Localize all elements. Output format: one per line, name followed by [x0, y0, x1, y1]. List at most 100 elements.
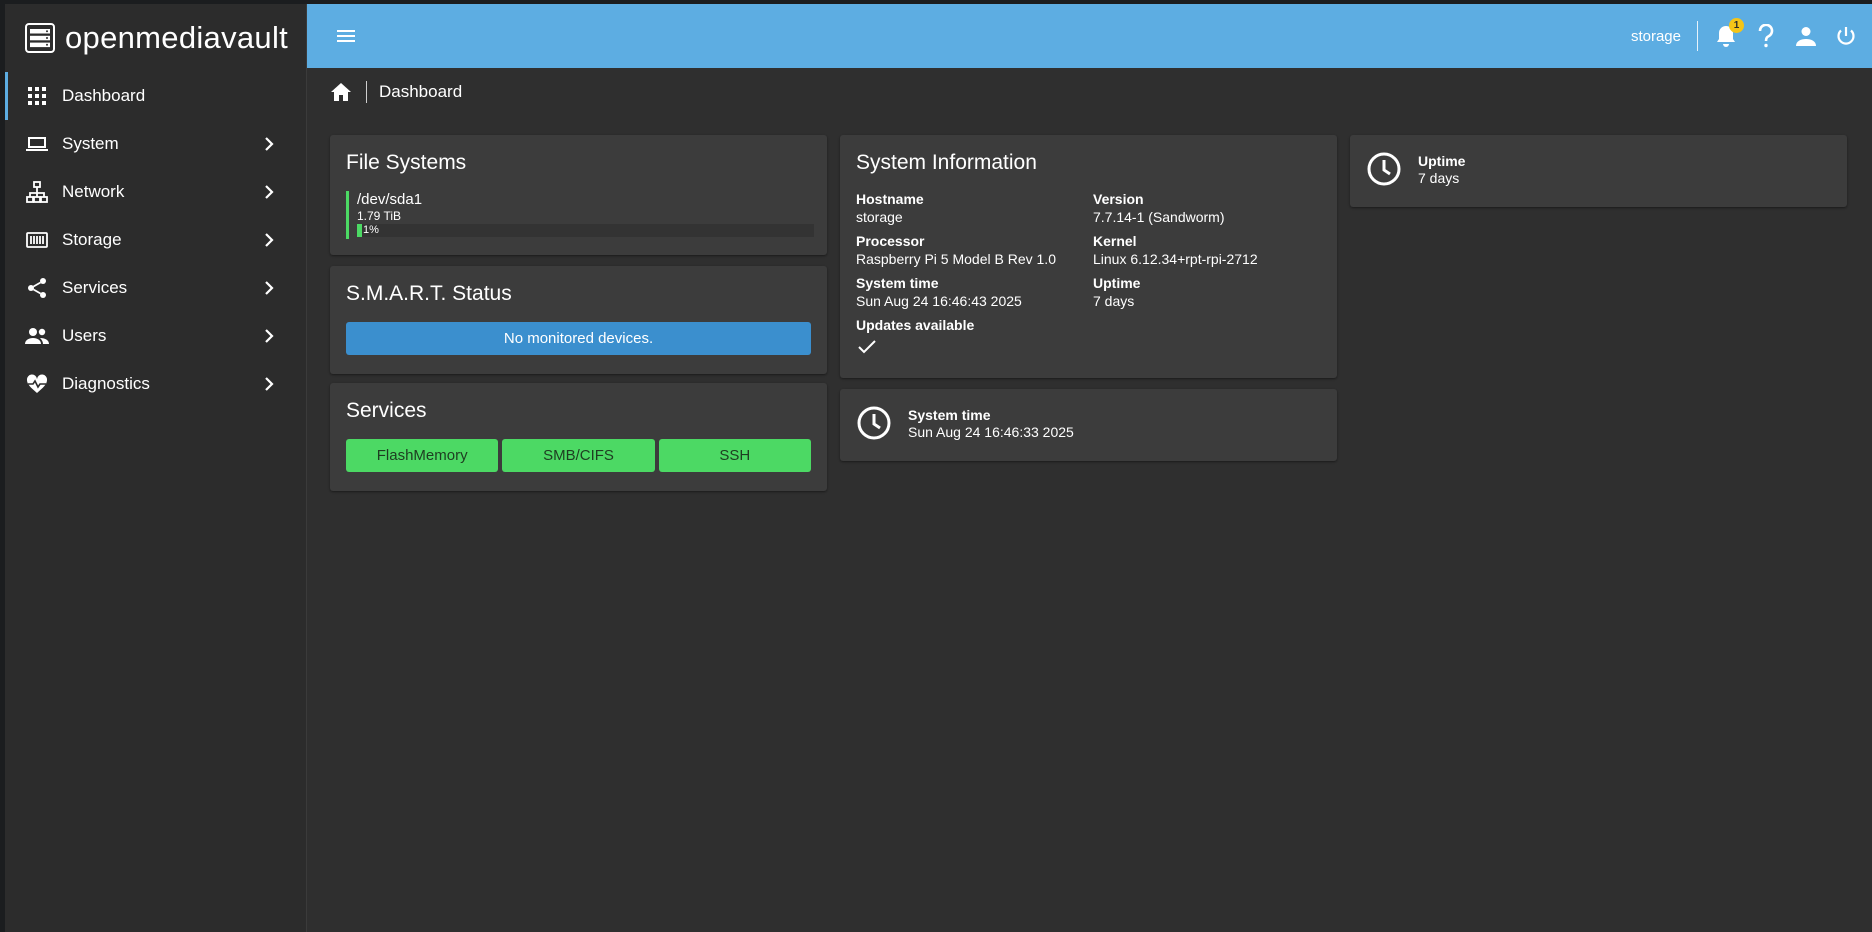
widget-value: 7 days: [1418, 170, 1460, 186]
chevron-right-icon: [265, 377, 274, 391]
sidebar: openmediavault Dashboard System Network …: [5, 4, 307, 932]
info-version: Version 7.7.14-1 (Sandworm): [1093, 191, 1329, 226]
breadcrumb: Dashboard: [330, 78, 462, 106]
service-flashmemory[interactable]: FlashMemory: [346, 439, 499, 472]
check-icon: [858, 340, 876, 354]
services-card: Services FlashMemory SMB/CIFS SSH: [330, 383, 827, 491]
user-menu-button[interactable]: [1786, 16, 1826, 56]
storage-icon: [25, 228, 49, 252]
info-label: Processor: [856, 233, 925, 249]
app-window: openmediavault Dashboard System Network …: [5, 4, 1872, 932]
brand-logo[interactable]: openmediavault: [25, 18, 288, 58]
chevron-right-icon: [265, 185, 274, 199]
info-label: Hostname: [856, 191, 924, 207]
info-system-time: System time Sun Aug 24 16:46:43 2025: [856, 275, 1092, 310]
filesystem-row[interactable]: /dev/sda1 1.79 TiB 1%: [346, 191, 814, 239]
info-value: Linux 6.12.34+rpt-rpi-2712: [1093, 251, 1258, 267]
brand-name: openmediavault: [65, 20, 289, 55]
filesystem-device: /dev/sda1: [357, 191, 423, 208]
help-button[interactable]: [1746, 16, 1786, 56]
smart-status-card: S.M.A.R.T. Status No monitored devices.: [330, 266, 827, 374]
sidebar-item-storage[interactable]: Storage: [5, 216, 307, 264]
filesystem-size: 1.79 TiB: [357, 209, 402, 223]
info-label: Version: [1093, 191, 1144, 207]
chevron-right-icon: [265, 329, 274, 343]
uptime-widget: Uptime 7 days: [1350, 135, 1847, 207]
info-value: Sun Aug 24 16:46:43 2025: [856, 293, 1022, 309]
info-value: Raspberry Pi 5 Model B Rev 1.0: [856, 251, 1056, 267]
toolbar-actions: storage 1: [1631, 4, 1872, 68]
sidebar-item-label: Dashboard: [62, 86, 146, 105]
home-icon[interactable]: [330, 82, 352, 102]
system-information-card: System Information Hostname storage Vers…: [840, 135, 1337, 378]
card-title: S.M.A.R.T. Status: [346, 282, 512, 305]
clock-icon: [1367, 152, 1401, 186]
laptop-icon: [25, 132, 49, 156]
sidebar-item-users[interactable]: Users: [5, 312, 307, 360]
info-label: Kernel: [1093, 233, 1137, 249]
sidebar-item-label: Services: [62, 278, 128, 297]
sidebar-item-services[interactable]: Services: [5, 264, 307, 312]
sidebar-item-dashboard[interactable]: Dashboard: [5, 72, 307, 120]
menu-icon[interactable]: [334, 24, 360, 48]
sidebar-item-label: Diagnostics: [62, 374, 150, 393]
service-ssh[interactable]: SSH: [658, 439, 811, 472]
widget-text: Uptime 7 days: [1418, 153, 1465, 187]
clock-icon: [857, 406, 891, 440]
sidebar-item-label: Storage: [62, 230, 122, 249]
network-icon: [25, 180, 49, 204]
toolbar-divider: [1697, 21, 1698, 51]
info-updates: Updates available: [856, 317, 1092, 362]
breadcrumb-separator: [366, 81, 367, 103]
sidebar-item-label: Users: [62, 326, 107, 345]
chevron-right-icon: [265, 233, 274, 247]
power-icon: [1837, 27, 1855, 45]
info-processor: Processor Raspberry Pi 5 Model B Rev 1.0: [856, 233, 1092, 268]
widget-value: Sun Aug 24 16:46:33 2025: [908, 424, 1074, 440]
notification-badge: 1: [1729, 18, 1744, 33]
sidebar-item-network[interactable]: Network: [5, 168, 307, 216]
share-icon: [25, 276, 49, 300]
sidebar-nav: Dashboard System Network Storage Service…: [5, 72, 307, 408]
power-button[interactable]: [1826, 16, 1866, 56]
top-toolbar: storage 1: [307, 4, 1872, 68]
help-icon: [1758, 24, 1774, 48]
sidebar-item-diagnostics[interactable]: Diagnostics: [5, 360, 307, 408]
sidebar-item-system[interactable]: System: [5, 120, 307, 168]
widget-label: System time: [908, 407, 991, 423]
notifications-button[interactable]: 1: [1706, 16, 1746, 56]
filesystem-usage-label: 1%: [363, 224, 379, 236]
card-title: System Information: [856, 151, 1037, 174]
grid-icon: [25, 84, 49, 108]
widget-text: System time Sun Aug 24 16:46:33 2025: [908, 407, 1074, 441]
widget-label: Uptime: [1418, 153, 1466, 169]
services-grid: FlashMemory SMB/CIFS SSH: [346, 439, 811, 472]
info-uptime: Uptime 7 days: [1093, 275, 1329, 310]
chevron-right-icon: [265, 137, 274, 151]
info-label: Uptime: [1093, 275, 1141, 291]
server-logo-icon: [25, 23, 55, 53]
filesystem-usage-fill: [357, 224, 362, 237]
info-label: System time: [856, 275, 939, 291]
info-hostname: Hostname storage: [856, 191, 1092, 226]
info-value: 7.7.14-1 (Sandworm): [1093, 209, 1225, 225]
heart-pulse-icon: [25, 372, 49, 396]
info-value: storage: [856, 209, 903, 225]
service-smb-cifs[interactable]: SMB/CIFS: [502, 439, 655, 472]
hostname-label: storage: [1630, 27, 1681, 45]
info-label: Updates available: [856, 317, 975, 333]
users-icon: [25, 324, 49, 348]
user-icon: [1796, 27, 1816, 46]
card-title: File Systems: [346, 151, 467, 174]
breadcrumb-current: Dashboard: [379, 82, 463, 101]
sidebar-item-label: Network: [62, 182, 125, 201]
smart-status-message: No monitored devices.: [346, 322, 811, 355]
info-kernel: Kernel Linux 6.12.34+rpt-rpi-2712: [1093, 233, 1329, 268]
sidebar-item-label: System: [62, 134, 119, 153]
card-title: Services: [346, 399, 427, 422]
chevron-right-icon: [265, 281, 274, 295]
system-time-widget: System time Sun Aug 24 16:46:33 2025: [840, 389, 1337, 461]
filesystems-card: File Systems /dev/sda1 1.79 TiB 1%: [330, 135, 827, 255]
info-value: 7 days: [1093, 293, 1135, 309]
filesystem-usage-bar: 1%: [357, 224, 814, 237]
